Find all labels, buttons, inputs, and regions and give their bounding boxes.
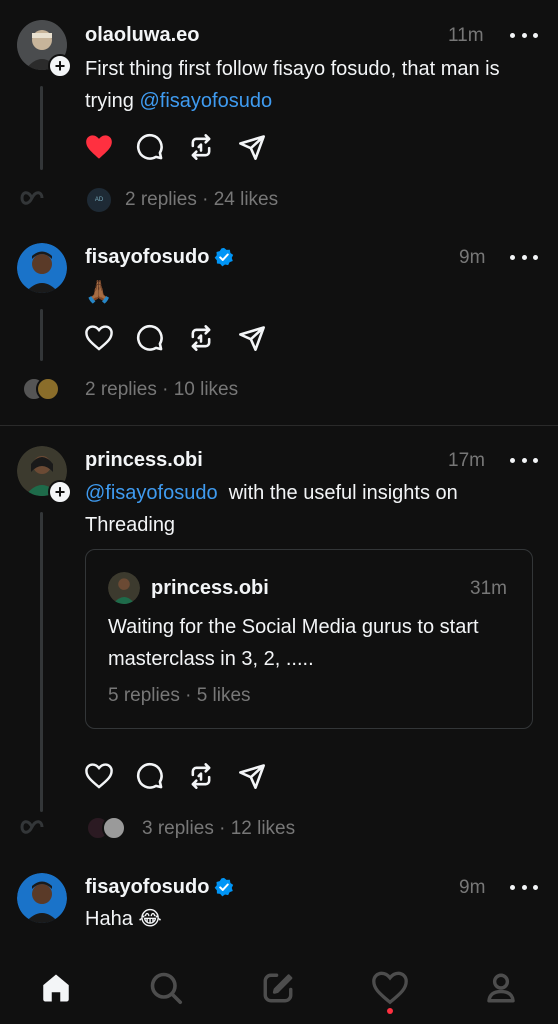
thread-loop-icon <box>20 817 44 842</box>
more-options-icon[interactable] <box>510 30 538 40</box>
quoted-post-card[interactable]: princess.obi 31m Waiting for the Social … <box>85 549 533 729</box>
post-actions <box>85 132 289 162</box>
post-username[interactable]: fisayofosudo <box>85 876 209 899</box>
post-time: 9m <box>459 247 486 268</box>
replier-avatar <box>36 377 60 401</box>
compose-icon <box>263 973 293 1003</box>
mention-link[interactable]: @fisayofosudo <box>139 90 272 112</box>
like-button[interactable] <box>85 761 136 791</box>
avatar-fisayofosudo[interactable] <box>17 243 67 293</box>
activity-icon <box>372 971 408 1005</box>
thread-line <box>40 86 43 170</box>
post-meta[interactable]: 2 replies · 10 likes <box>85 379 238 401</box>
repost-icon <box>191 134 211 160</box>
replier-avatar <box>102 816 126 840</box>
thread-loop-icon <box>20 188 44 213</box>
repost-button[interactable] <box>187 323 238 353</box>
more-options-icon[interactable] <box>510 882 538 892</box>
avatar-quoted-princess-obi <box>108 572 140 604</box>
more-options-icon[interactable] <box>510 455 538 465</box>
mention-link[interactable]: @fisayofosudo <box>85 482 218 504</box>
like-button[interactable] <box>85 323 136 353</box>
post-time: 17m <box>448 450 485 471</box>
post-time: 11m <box>448 25 484 46</box>
avatar-fisayofosudo[interactable] <box>17 873 67 923</box>
reply-button[interactable] <box>136 132 187 162</box>
tab-profile[interactable] <box>481 968 521 1008</box>
like-button[interactable] <box>85 132 136 162</box>
post-actions <box>85 761 289 791</box>
heart-filled-icon <box>86 135 112 159</box>
post-username[interactable]: olaoluwa.eo <box>85 24 199 47</box>
post-username[interactable]: fisayofosudo <box>85 246 209 269</box>
verified-badge-icon <box>214 877 234 897</box>
follow-plus-button[interactable]: + <box>48 480 72 504</box>
post-divider <box>0 425 558 426</box>
tab-activity[interactable] <box>370 968 410 1008</box>
quoted-text: Waiting for the Social Media gurus to st… <box>108 616 479 670</box>
send-icon <box>239 135 265 160</box>
post-username[interactable]: princess.obi <box>85 449 203 472</box>
follow-plus-button[interactable]: + <box>48 54 72 78</box>
thread-line <box>40 512 43 812</box>
share-button[interactable] <box>238 761 289 791</box>
activity-notification-dot <box>387 1008 393 1014</box>
comment-icon <box>136 324 163 351</box>
post-meta[interactable]: 3 replies · 12 likes <box>142 818 295 840</box>
reply-button[interactable] <box>136 761 187 791</box>
post-meta[interactable]: 2 replies · 24 likes <box>125 189 278 211</box>
thread-line <box>40 309 43 361</box>
verified-badge-icon <box>214 247 234 267</box>
share-button[interactable] <box>238 323 289 353</box>
quoted-username: princess.obi <box>151 577 269 599</box>
repost-icon <box>191 763 211 789</box>
tab-home[interactable] <box>36 968 76 1008</box>
heart-icon <box>85 325 113 351</box>
comment-icon <box>136 762 163 789</box>
repost-button[interactable] <box>187 761 238 791</box>
heart-icon <box>85 763 113 789</box>
repost-icon <box>191 325 211 351</box>
share-button[interactable] <box>238 132 289 162</box>
profile-icon <box>487 973 515 1003</box>
home-icon <box>43 974 69 1002</box>
more-options-icon[interactable] <box>510 252 538 262</box>
quoted-time: 31m <box>470 578 507 599</box>
quoted-meta: 5 replies · 5 likes <box>108 685 251 706</box>
repost-button[interactable] <box>187 132 238 162</box>
post-text: @fisayofosudo with the useful insights o… <box>85 482 458 536</box>
comment-icon <box>136 133 163 160</box>
post-text: Haha 😂 <box>85 908 162 930</box>
post-text: 🙏🏾 <box>85 279 113 304</box>
tab-compose[interactable] <box>258 968 298 1008</box>
bottom-tab-bar <box>0 950 558 1024</box>
send-icon <box>239 764 265 789</box>
send-icon <box>239 326 265 351</box>
post-time: 9m <box>459 877 486 898</box>
reply-button[interactable] <box>136 323 187 353</box>
search-icon <box>150 972 183 1005</box>
replier-avatar: AD <box>85 186 113 214</box>
post-actions <box>85 323 289 353</box>
post-text: First thing first follow fisayo fosudo, … <box>85 58 500 112</box>
tab-search[interactable] <box>146 968 186 1008</box>
